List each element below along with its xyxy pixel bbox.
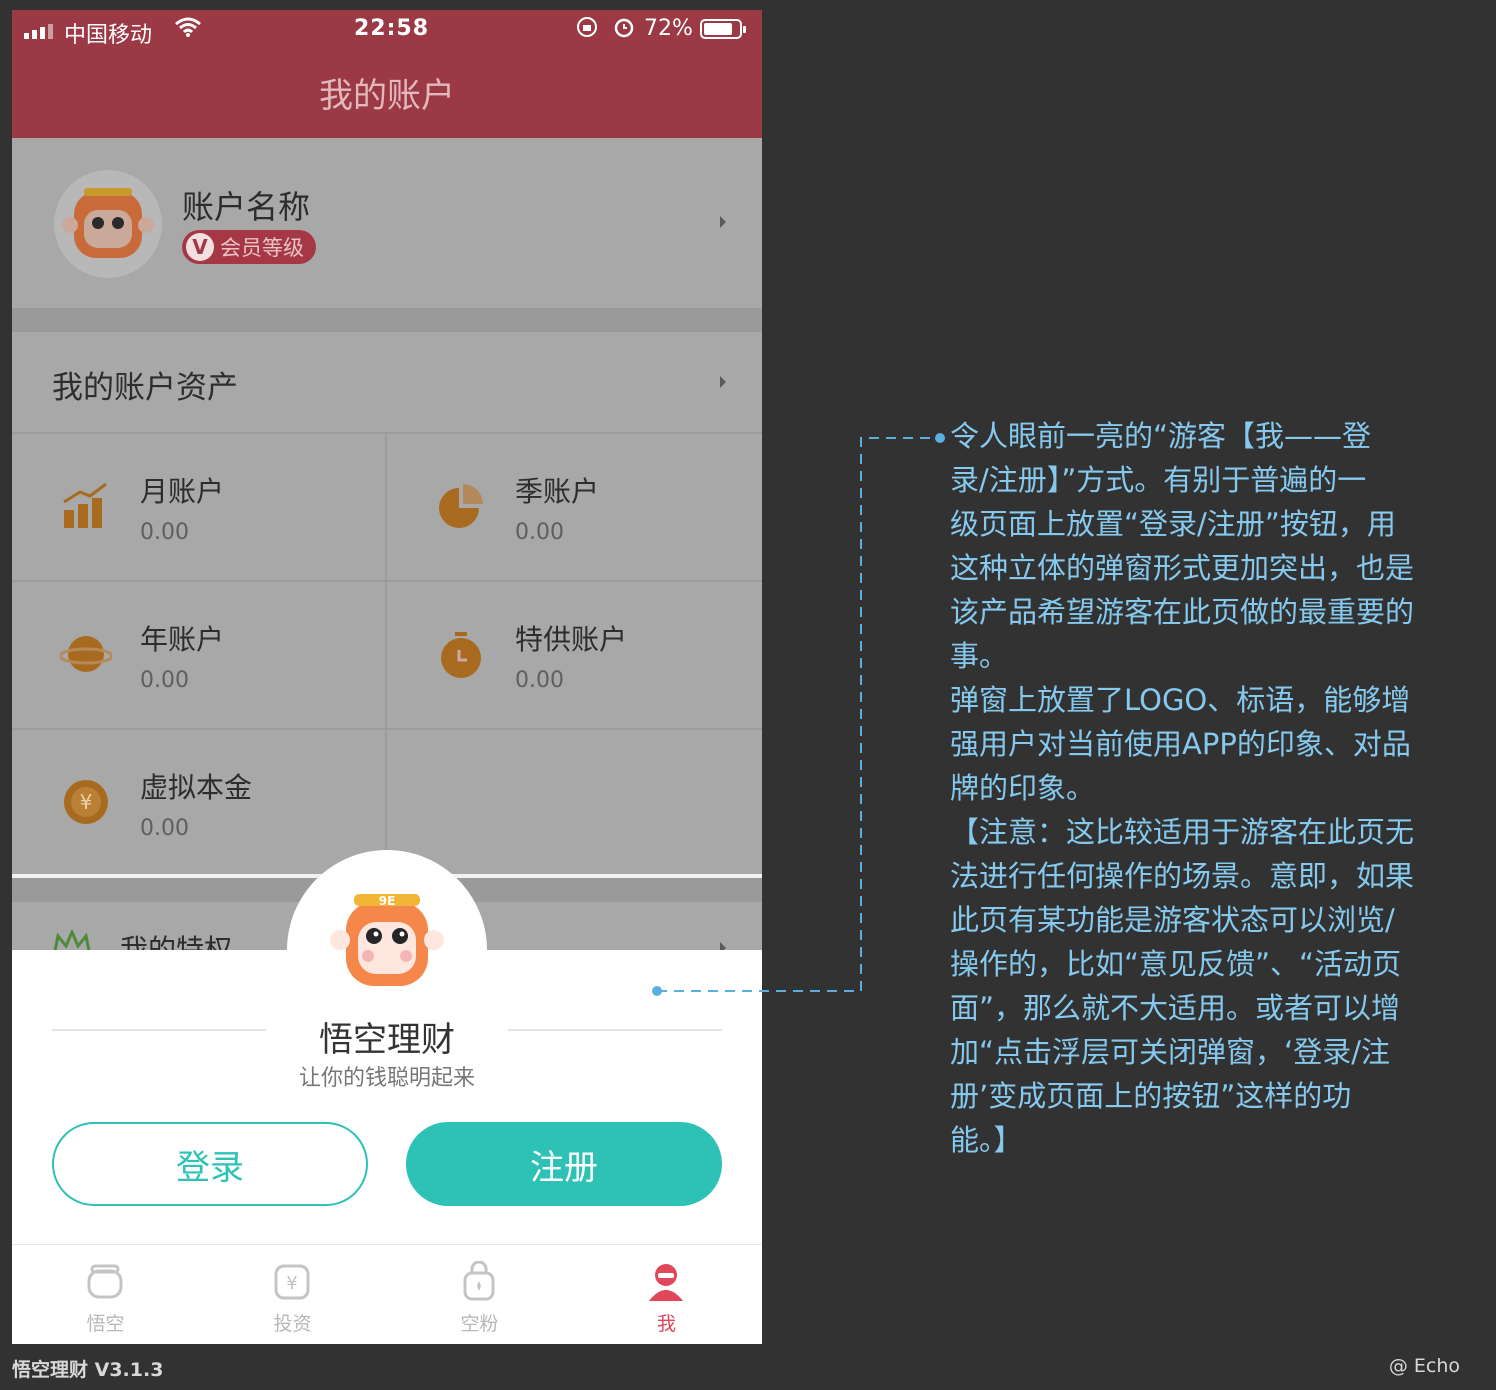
annotation-line: 强用户对当前使用APP的印象、对品 [950, 727, 1411, 761]
annotation-line: 加“点击浮层可关闭弹窗，‘登录/注 [950, 1035, 1391, 1069]
annotation-line: 这种立体的弹窗形式更加突出，也是 [950, 551, 1415, 585]
annotation-text: 令人眼前一亮的“游客【我——登 录/注册】”方式。有别于普遍的一 级页面上放置“… [950, 414, 1470, 1162]
annotation-line: 该产品希望游客在此页做的最重要的 [950, 595, 1415, 629]
annotation-line: 令人眼前一亮的“游客【我——登 [950, 419, 1372, 453]
annotation-line: 录/注册】”方式。有别于普遍的一 [950, 463, 1367, 497]
annotation-line: 弹窗上放置了LOGO、标语，能够增 [950, 683, 1411, 717]
annotation-line: 【注意：这比较适用于游客在此页无 [950, 815, 1415, 849]
annotation-line: 事。 [950, 639, 1009, 673]
annotation-line: 法进行任何操作的场景。意即，如果 [950, 859, 1415, 893]
annotation-line: 级页面上放置“登录/注册”按钮，用 [950, 507, 1396, 541]
annotation-line: 牌的印象。 [950, 771, 1096, 805]
annotation-line: 能。】 [950, 1123, 1023, 1157]
annotation-line: 操作的，比如“意见反馈”、“活动页 [950, 947, 1402, 981]
annotation-line: 面”，那么就不大适用。或者可以增 [950, 991, 1401, 1025]
annotation-line: 册’变成页面上的按钮”这样的功 [950, 1079, 1352, 1113]
annotation-line: 此页有某功能是游客状态可以浏览/ [950, 903, 1395, 937]
